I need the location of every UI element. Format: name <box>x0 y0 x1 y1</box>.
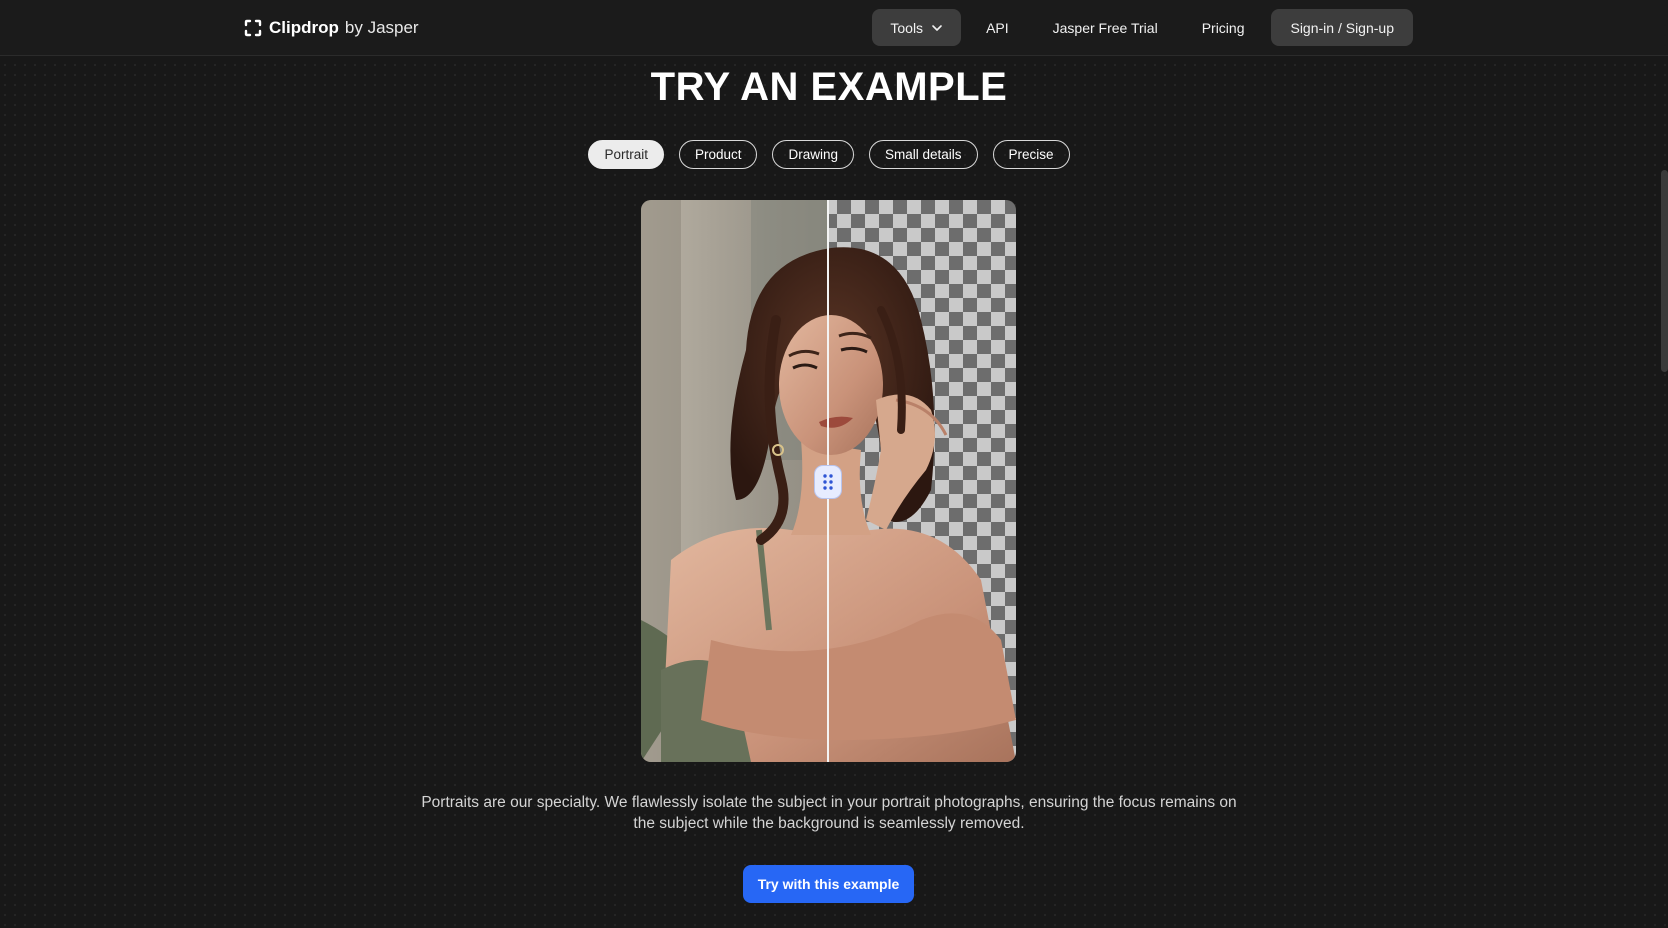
top-navigation-bar: Clipdrop by Jasper Tools API Jasper Free… <box>0 0 1668 56</box>
chevron-down-icon <box>932 24 942 31</box>
page-scrollbar-thumb[interactable] <box>1661 170 1668 372</box>
tab-portrait[interactable]: Portrait <box>588 140 664 169</box>
tab-product[interactable]: Product <box>678 140 758 169</box>
brand-by-jasper: by Jasper <box>344 18 419 37</box>
brand-name: Clipdrop <box>269 18 339 37</box>
api-link[interactable]: API <box>967 9 1028 46</box>
tab-drawing[interactable]: Drawing <box>772 140 855 169</box>
example-tabs: Portrait Product Drawing Small details P… <box>0 140 1658 169</box>
jasper-free-trial-link[interactable]: Jasper Free Trial <box>1034 9 1177 46</box>
drag-handle-icon <box>823 474 833 490</box>
before-after-comparison[interactable] <box>641 200 1016 762</box>
tools-menu-button[interactable]: Tools <box>872 9 962 46</box>
tools-label: Tools <box>890 19 924 36</box>
example-description: Portraits are our specialty. We flawless… <box>421 794 1237 832</box>
nav-links: Tools API Jasper Free Trial Pricing Sign… <box>872 9 1413 46</box>
try-example-button[interactable]: Try with this example <box>743 865 914 903</box>
tab-small-details[interactable]: Small details <box>869 140 978 169</box>
brand-logo-link[interactable]: Clipdrop by Jasper <box>243 16 419 40</box>
sign-in-button[interactable]: Sign-in / Sign-up <box>1271 9 1413 46</box>
comparison-slider-handle[interactable] <box>814 465 842 499</box>
pricing-link[interactable]: Pricing <box>1183 9 1264 46</box>
clipdrop-logo-icon <box>244 19 262 37</box>
page-title: TRY AN EXAMPLE <box>650 65 1008 109</box>
tab-precise[interactable]: Precise <box>992 140 1070 169</box>
